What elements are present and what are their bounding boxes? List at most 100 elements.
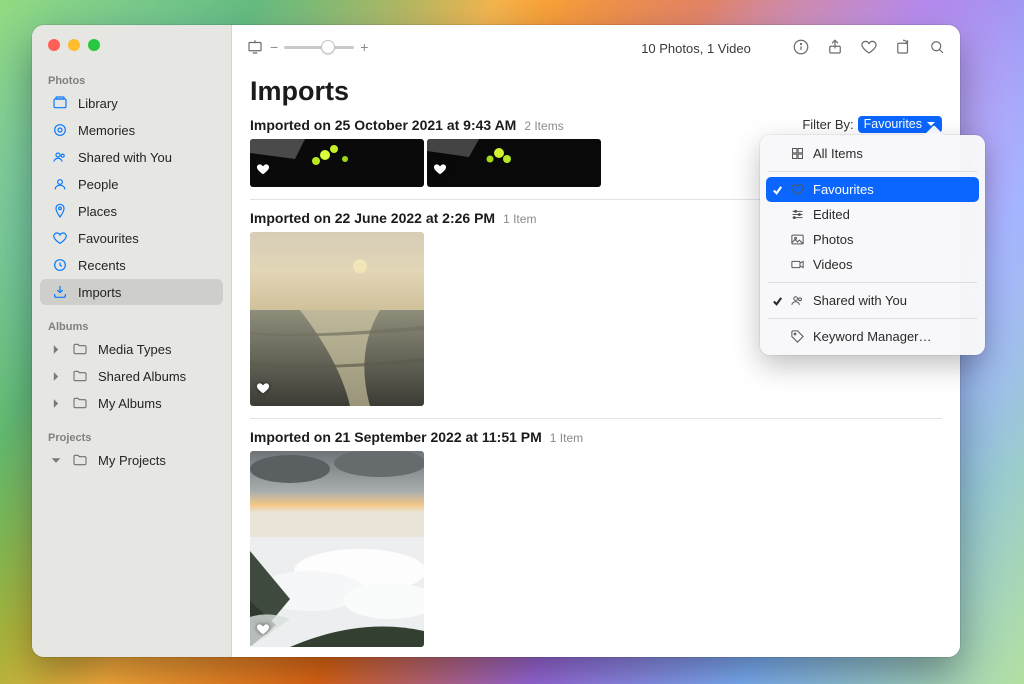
import-group-header[interactable]: Imported on 21 September 2022 at 11:51 P… bbox=[250, 429, 942, 445]
sidebar-section-header: Photos bbox=[32, 69, 231, 89]
sidebar-item-imports[interactable]: Imports bbox=[40, 279, 223, 305]
folder-icon bbox=[72, 368, 88, 384]
sidebar-item-label: Shared with You bbox=[78, 150, 172, 165]
menu-item-favourites[interactable]: Favourites bbox=[766, 177, 979, 202]
tag-icon bbox=[790, 329, 805, 344]
photo-thumbnail[interactable] bbox=[427, 139, 601, 187]
thumbnail-image bbox=[250, 451, 424, 647]
menu-separator bbox=[768, 318, 977, 319]
photos-app-window: Photos Library Memories Shared with You … bbox=[32, 25, 960, 657]
share-button[interactable] bbox=[826, 38, 844, 56]
people-icon bbox=[52, 149, 68, 165]
sidebar-item-label: My Projects bbox=[98, 453, 166, 468]
heart-icon bbox=[790, 182, 805, 197]
minimize-window-button[interactable] bbox=[68, 39, 80, 51]
photo-thumbnail[interactable] bbox=[250, 451, 424, 647]
zoom-out-icon: − bbox=[270, 39, 278, 55]
sidebar-item-places[interactable]: Places bbox=[40, 198, 223, 224]
sidebar-item-favourites[interactable]: Favourites bbox=[40, 225, 223, 251]
clock-icon bbox=[52, 257, 68, 273]
menu-item-videos[interactable]: Videos bbox=[766, 252, 979, 277]
heart-icon bbox=[52, 230, 68, 246]
menu-item-photos[interactable]: Photos bbox=[766, 227, 979, 252]
thumbnail-image bbox=[427, 139, 601, 187]
desktop-wallpaper: Photos Library Memories Shared with You … bbox=[0, 0, 1024, 684]
rotate-button[interactable] bbox=[894, 38, 912, 56]
pin-icon bbox=[52, 203, 68, 219]
separator bbox=[250, 418, 942, 419]
zoom-track[interactable] bbox=[284, 46, 354, 49]
menu-separator bbox=[768, 171, 977, 172]
fullscreen-window-button[interactable] bbox=[88, 39, 100, 51]
zoom-thumb[interactable] bbox=[321, 40, 335, 54]
search-button[interactable] bbox=[928, 38, 946, 56]
favourite-button[interactable] bbox=[860, 38, 878, 56]
photo-thumbnail[interactable] bbox=[250, 232, 424, 406]
favourite-badge-icon bbox=[256, 381, 270, 400]
import-group-count: 1 Item bbox=[503, 212, 536, 226]
menu-item-label: All Items bbox=[813, 146, 863, 161]
window-traffic-lights bbox=[32, 39, 231, 51]
photo-thumbnail[interactable] bbox=[250, 139, 424, 187]
sidebar-item-label: Memories bbox=[78, 123, 135, 138]
sidebar-section-header: Albums bbox=[32, 315, 231, 335]
sidebar-item-shared-albums[interactable]: Shared Albums bbox=[40, 363, 223, 389]
people-icon bbox=[790, 293, 805, 308]
sidebar-item-library[interactable]: Library bbox=[40, 90, 223, 116]
sidebar-item-label: Places bbox=[78, 204, 117, 219]
menu-item-label: Videos bbox=[813, 257, 853, 272]
menu-item-keyword-manager[interactable]: Keyword Manager… bbox=[766, 324, 979, 349]
sidebar-section-header: Projects bbox=[32, 426, 231, 446]
menu-item-label: Edited bbox=[813, 207, 850, 222]
chevron-down-icon bbox=[48, 455, 64, 466]
sidebar-item-label: Media Types bbox=[98, 342, 171, 357]
favourite-badge-icon bbox=[433, 162, 447, 181]
sidebar-item-media-types[interactable]: Media Types bbox=[40, 336, 223, 362]
sidebar-item-label: Recents bbox=[78, 258, 126, 273]
photo-icon bbox=[790, 232, 805, 247]
folder-icon bbox=[72, 452, 88, 468]
close-window-button[interactable] bbox=[48, 39, 60, 51]
thumbnail-image bbox=[250, 139, 424, 187]
import-group-date: Imported on 25 October 2021 at 9:43 AM bbox=[250, 117, 516, 133]
toolbar: − + bbox=[232, 25, 960, 70]
chevron-right-icon bbox=[48, 371, 64, 382]
sidebar-item-recents[interactable]: Recents bbox=[40, 252, 223, 278]
import-group-date: Imported on 22 June 2022 at 2:26 PM bbox=[250, 210, 495, 226]
import-icon bbox=[52, 284, 68, 300]
menu-item-edited[interactable]: Edited bbox=[766, 202, 979, 227]
zoom-slider[interactable]: − + bbox=[270, 39, 368, 55]
sidebar-item-label: People bbox=[78, 177, 118, 192]
favourite-badge-icon bbox=[256, 622, 270, 641]
sidebar-item-memories[interactable]: Memories bbox=[40, 117, 223, 143]
sidebar-item-my-projects[interactable]: My Projects bbox=[40, 447, 223, 473]
zoom-in-icon: + bbox=[360, 39, 368, 55]
menu-item-label: Shared with You bbox=[813, 293, 907, 308]
import-group-count: 1 Item bbox=[550, 431, 583, 445]
sidebar-item-people[interactable]: People bbox=[40, 171, 223, 197]
menu-item-all-items[interactable]: All Items bbox=[766, 141, 979, 166]
folder-icon bbox=[72, 341, 88, 357]
menu-item-shared-with-you[interactable]: Shared with You bbox=[766, 288, 979, 313]
sliders-icon bbox=[790, 207, 805, 222]
menu-item-label: Photos bbox=[813, 232, 853, 247]
filter-by-label: Filter By: bbox=[802, 117, 853, 132]
chevron-right-icon bbox=[48, 398, 64, 409]
grid-icon bbox=[790, 146, 805, 161]
filter-by-control[interactable]: Filter By: Favourites bbox=[802, 116, 942, 133]
favourite-badge-icon bbox=[256, 162, 270, 181]
menu-item-label: Favourites bbox=[813, 182, 874, 197]
sidebar-item-label: Favourites bbox=[78, 231, 139, 246]
sidebar-item-label: My Albums bbox=[98, 396, 162, 411]
aspect-display-icon[interactable] bbox=[246, 38, 264, 56]
checkmark-icon bbox=[772, 184, 783, 195]
page-title: Imports bbox=[250, 76, 942, 107]
sidebar-item-my-albums[interactable]: My Albums bbox=[40, 390, 223, 416]
menu-item-label: Keyword Manager… bbox=[813, 329, 932, 344]
import-group-header[interactable]: Imported on 25 October 2021 at 9:43 AM 2… bbox=[250, 117, 564, 133]
info-button[interactable] bbox=[792, 38, 810, 56]
memories-icon bbox=[52, 122, 68, 138]
import-group-count: 2 Items bbox=[524, 119, 563, 133]
thumbnail-image bbox=[250, 232, 424, 406]
sidebar-item-shared-with-you[interactable]: Shared with You bbox=[40, 144, 223, 170]
